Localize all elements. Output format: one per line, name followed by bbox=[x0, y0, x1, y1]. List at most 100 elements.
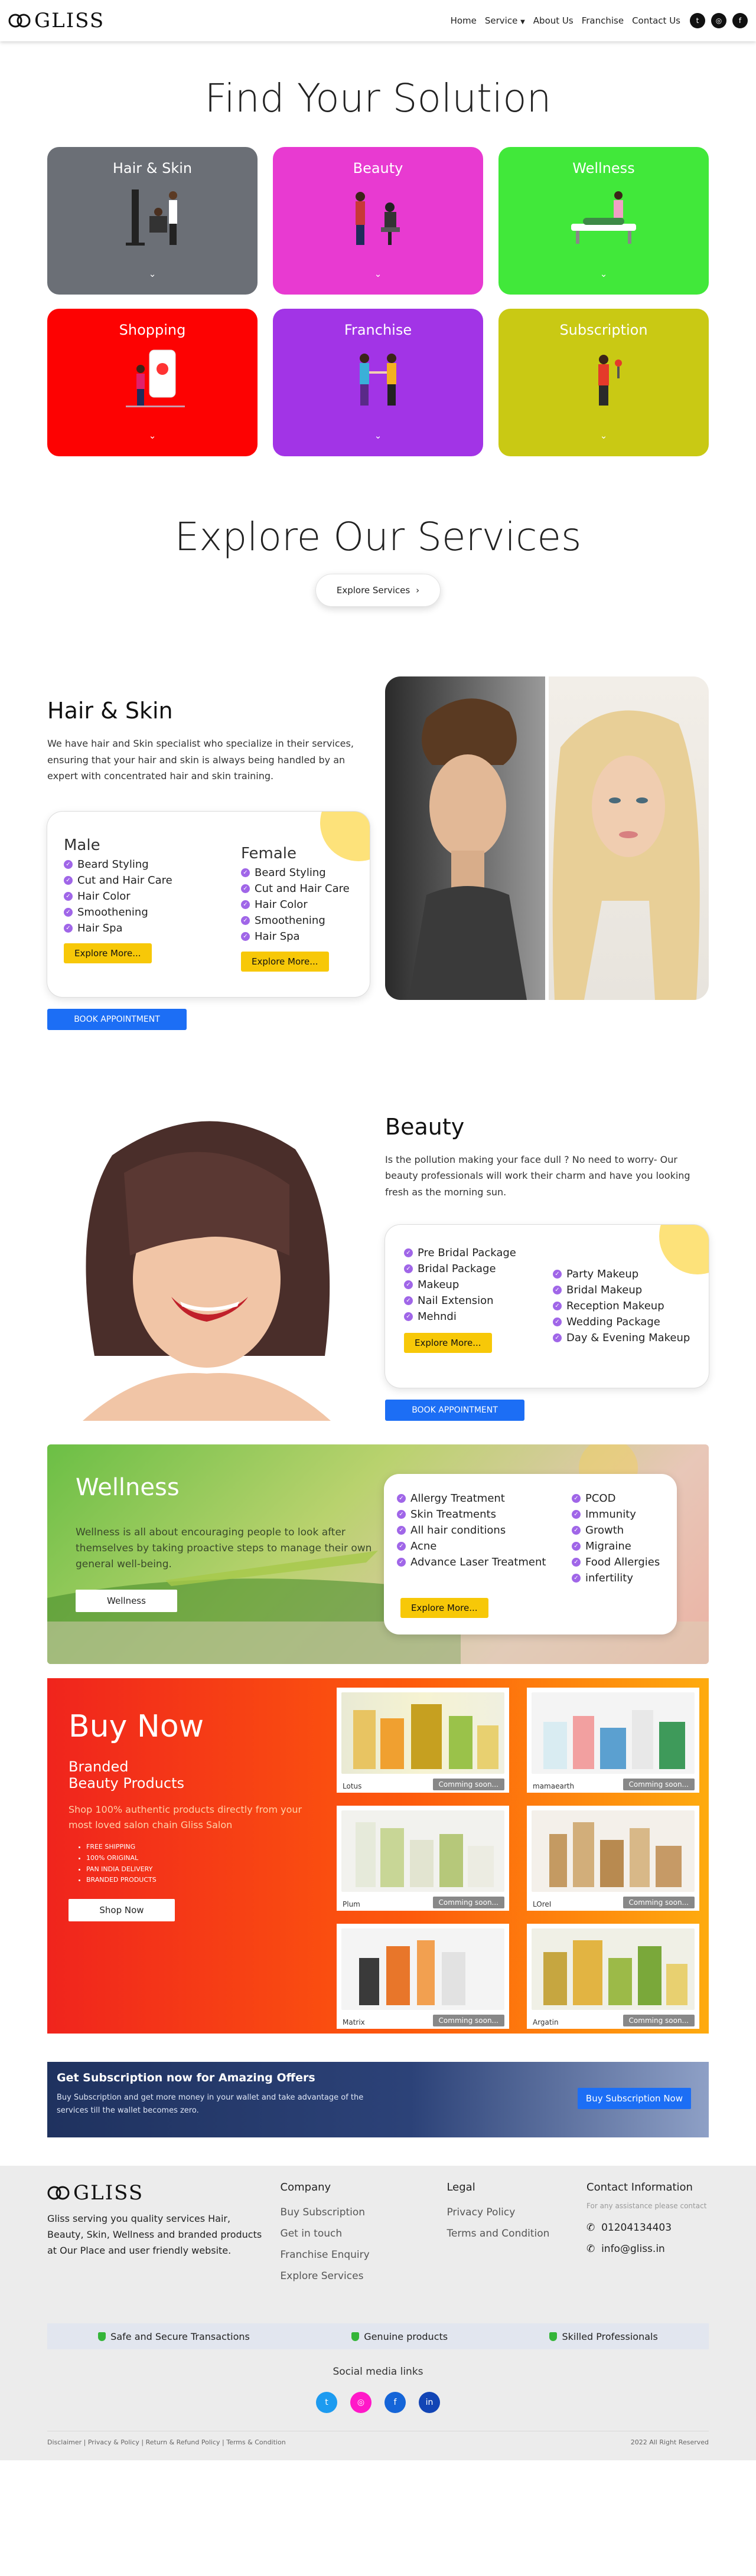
list-item: Wedding Package bbox=[553, 1314, 690, 1330]
product-bottles-image bbox=[543, 1710, 685, 1770]
shop-now-button[interactable]: Shop Now bbox=[69, 1899, 175, 1922]
copyright: 2022 All Right Reserved bbox=[630, 2438, 709, 2447]
social-title: Social media links bbox=[333, 2366, 423, 2378]
product-card[interactable]: Argatin Comming soon... bbox=[527, 1924, 699, 2029]
buy-subscription-button[interactable]: Buy Subscription Now bbox=[577, 2088, 691, 2110]
card-title: Wellness bbox=[572, 160, 635, 176]
coming-soon-badge: Comming soon... bbox=[623, 2015, 695, 2027]
gliss-logo-icon bbox=[47, 2186, 70, 2200]
footer-link[interactable]: Terms and Condition bbox=[447, 2228, 586, 2240]
list-item: Acne bbox=[397, 1538, 546, 1554]
facebook-icon[interactable]: f bbox=[732, 13, 748, 28]
footer-bottom-links[interactable]: Disclaimer | Privacy & Policy | Return &… bbox=[47, 2438, 286, 2446]
explore-services-label: Explore Services bbox=[336, 585, 410, 596]
hair-skin-desc: We have hair and Skin specialist who spe… bbox=[47, 738, 354, 782]
product-image bbox=[532, 1928, 695, 2011]
product-name: Plum bbox=[343, 1900, 360, 1909]
solution-card-shopping[interactable]: Shopping ⌄ bbox=[47, 309, 258, 456]
female-explore-button[interactable]: Explore More... bbox=[241, 951, 329, 972]
female-model-photo bbox=[549, 676, 709, 1000]
facebook-icon[interactable]: f bbox=[384, 2392, 406, 2414]
product-card[interactable]: Plum Comming soon... bbox=[337, 1806, 509, 1911]
product-card[interactable]: LOreI Comming soon... bbox=[527, 1806, 699, 1911]
footer-link[interactable]: Franchise Enquiry bbox=[281, 2249, 447, 2261]
list-item: 100% ORIGINAL bbox=[86, 1853, 311, 1864]
wellness-button[interactable]: Wellness bbox=[76, 1590, 177, 1613]
footer-link[interactable]: Buy Subscription bbox=[281, 2206, 447, 2218]
beauty-right-column: Party Makeup Bridal Makeup Reception Mak… bbox=[553, 1266, 690, 1346]
nav-franchise[interactable]: Franchise bbox=[582, 15, 624, 26]
subscription-banner: Get Subscription now for Amazing Offers … bbox=[47, 2062, 709, 2138]
instagram-icon[interactable]: ◎ bbox=[711, 13, 726, 28]
footer-columns: GLISS Gliss serving you quality services… bbox=[47, 2181, 709, 2291]
list-item: Immunity bbox=[572, 1506, 660, 1522]
brand-logo[interactable]: GLISS bbox=[8, 9, 105, 32]
list-item: Bridal Package bbox=[404, 1261, 516, 1277]
solution-card-beauty[interactable]: Beauty ⌄ bbox=[273, 147, 483, 295]
product-image bbox=[341, 1810, 504, 1892]
beauty-explore-button[interactable]: Explore More... bbox=[404, 1333, 492, 1354]
product-bottles-image bbox=[356, 1822, 494, 1888]
footer-link[interactable]: Explore Services bbox=[281, 2270, 447, 2282]
twitter-icon[interactable]: t bbox=[316, 2392, 337, 2414]
shield-check-icon bbox=[351, 2332, 360, 2341]
footer-logo[interactable]: GLISS bbox=[47, 2181, 269, 2205]
list-item: Nail Extension bbox=[404, 1293, 516, 1309]
list-item: infertility bbox=[572, 1570, 660, 1586]
nav-contact[interactable]: Contact Us bbox=[632, 15, 680, 26]
list-item: Allergy Treatment bbox=[397, 1490, 546, 1506]
email-icon: ✆ bbox=[586, 2243, 595, 2255]
hair-skin-book-appointment-button[interactable]: BOOK APPOINTMENT bbox=[47, 1008, 187, 1030]
solution-card-wellness[interactable]: Wellness ⌄ bbox=[498, 147, 709, 295]
footer-phone[interactable]: ✆ 01204134403 bbox=[586, 2222, 709, 2234]
list-item: All hair conditions bbox=[397, 1522, 546, 1538]
beauty-model-photo bbox=[83, 1120, 331, 1421]
product-name: LOreI bbox=[533, 1900, 552, 1909]
chevron-down-icon: ⌄ bbox=[599, 430, 608, 441]
linkedin-icon[interactable]: in bbox=[419, 2392, 440, 2414]
list-item: Smoothening bbox=[241, 913, 350, 929]
hair-skin-section: Hair & Skin We have hair and Skin specia… bbox=[47, 676, 709, 1030]
instagram-icon[interactable]: ◎ bbox=[350, 2392, 372, 2414]
product-image bbox=[341, 1692, 504, 1774]
twitter-icon[interactable]: t bbox=[690, 13, 705, 28]
buy-now-subtitle-2: Beauty Products bbox=[69, 1775, 185, 1792]
product-card[interactable]: Matrix Comming soon... bbox=[337, 1924, 509, 2029]
footer-link[interactable]: Get in touch bbox=[281, 2228, 447, 2240]
list-item: Beard Styling bbox=[64, 857, 172, 872]
footer-social: Social media links t ◎ f in bbox=[47, 2366, 709, 2414]
product-card[interactable]: Lotus Comming soon... bbox=[337, 1688, 509, 1793]
product-image bbox=[532, 1692, 695, 1774]
card-title: Franchise bbox=[344, 322, 412, 338]
footer-link[interactable]: Privacy Policy bbox=[447, 2206, 586, 2218]
male-explore-button[interactable]: Explore More... bbox=[64, 943, 152, 963]
list-item: Bridal Makeup bbox=[553, 1282, 690, 1298]
solution-card-subscription[interactable]: Subscription ⌄ bbox=[498, 309, 709, 456]
nav-home[interactable]: Home bbox=[451, 15, 477, 26]
coming-soon-badge: Comming soon... bbox=[623, 1779, 695, 1791]
wellness-desc: Wellness is all about encouraging people… bbox=[76, 1526, 372, 1571]
card-title: Hair & Skin bbox=[112, 160, 193, 176]
trust-bar: Safe and Secure Transactions Genuine pro… bbox=[47, 2323, 709, 2350]
nav-service[interactable]: Service ▼ bbox=[485, 15, 525, 26]
buy-now-banner: Buy Now Branded Beauty Products Shop 100… bbox=[47, 1678, 709, 2034]
product-card[interactable]: mamaearth Comming soon... bbox=[527, 1688, 699, 1793]
beauty-book-appointment-button[interactable]: BOOK APPOINTMENT bbox=[385, 1400, 524, 1421]
footer-email[interactable]: ✆ info@gliss.in bbox=[586, 2243, 709, 2255]
solution-card-hair-skin[interactable]: Hair & Skin ⌄ bbox=[47, 147, 258, 295]
gliss-logo-icon bbox=[8, 14, 31, 28]
beauty-photo bbox=[47, 1102, 366, 1421]
subscription-title: Get Subscription now for Amazing Offers bbox=[57, 2071, 315, 2085]
shield-check-icon bbox=[549, 2332, 558, 2341]
solution-card-franchise[interactable]: Franchise ⌄ bbox=[273, 309, 483, 456]
wellness-explore-button[interactable]: Explore More... bbox=[400, 1598, 488, 1619]
list-item: FREE SHIPPING bbox=[86, 1842, 311, 1853]
female-title: Female bbox=[241, 844, 297, 862]
trust-item: Genuine products bbox=[351, 2331, 448, 2342]
footer-about-text: Gliss serving you quality services Hair,… bbox=[47, 2213, 262, 2257]
explore-services-button[interactable]: Explore Services › bbox=[315, 574, 441, 607]
list-item: PAN INDIA DELIVERY bbox=[86, 1864, 311, 1875]
coming-soon-badge: Comming soon... bbox=[623, 1897, 695, 1909]
nav-about[interactable]: About Us bbox=[533, 15, 573, 26]
list-item: Cut and Hair Care bbox=[64, 872, 172, 888]
